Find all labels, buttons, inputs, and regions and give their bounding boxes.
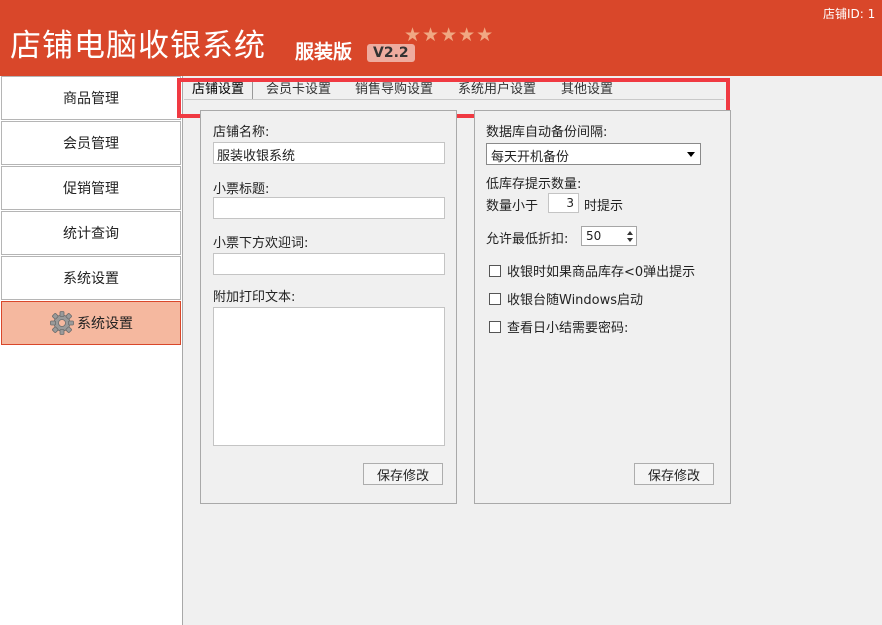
min-discount-stepper[interactable]: 50 bbox=[581, 226, 637, 246]
tab-member-card-settings[interactable]: 会员卡设置 bbox=[266, 80, 331, 100]
autostart-checkbox[interactable]: 收银台随Windows启动 bbox=[489, 289, 643, 308]
low-stock-label: 低库存提示数量: bbox=[486, 177, 582, 192]
chevron-down-icon bbox=[687, 152, 695, 157]
low-stock-quantity-input[interactable]: 3 bbox=[548, 193, 579, 213]
checkbox-label: 查看日小结需要密码: bbox=[507, 321, 629, 336]
quantity-suffix-label: 时提示 bbox=[584, 199, 624, 214]
settings-tabbar: 店铺设置 会员卡设置 销售导购设置 系统用户设置 其他设置 bbox=[184, 78, 724, 100]
min-discount-label: 允许最低折扣: bbox=[486, 232, 569, 247]
sidebar-item-settings[interactable]: 系统设置 bbox=[1, 256, 181, 300]
save-system-options-button[interactable]: 保存修改 bbox=[634, 463, 714, 485]
receipt-title-input[interactable] bbox=[213, 197, 445, 219]
checkbox-box[interactable] bbox=[489, 264, 501, 277]
sidebar-item-statistics[interactable]: 统计查询 bbox=[1, 211, 181, 255]
welcome-text-label: 小票下方欢迎词: bbox=[213, 236, 309, 251]
sidebar-item-label: 商品管理 bbox=[63, 91, 119, 107]
sidebar-item-label: 系统设置 bbox=[63, 271, 119, 287]
stepper-down-icon[interactable] bbox=[627, 238, 633, 242]
tab-other-settings[interactable]: 其他设置 bbox=[561, 80, 613, 100]
checkbox-label: 收银时如果商品库存<0弹出提示 bbox=[507, 265, 696, 280]
stepper-up-icon[interactable] bbox=[627, 231, 633, 235]
system-options-panel: 数据库自动备份间隔: 每天开机备份 低库存提示数量: 数量小于 3 时提示 允许… bbox=[474, 110, 731, 504]
tab-sales-guide-settings[interactable]: 销售导购设置 bbox=[355, 80, 433, 100]
sidebar-item-products[interactable]: 商品管理 bbox=[1, 76, 181, 120]
store-settings-panel: 店铺名称: 服装收银系统 小票标题: 小票下方欢迎词: 附加打印文本: 保存修改 bbox=[200, 110, 457, 504]
sidebar-item-label: 统计查询 bbox=[63, 226, 119, 242]
rating-stars-icon: ★★★★★ bbox=[404, 24, 495, 46]
store-id-label: 店铺ID: 1 bbox=[823, 7, 876, 21]
checkbox-label: 收银台随Windows启动 bbox=[507, 293, 644, 308]
app-title: 店铺电脑收银系统 bbox=[10, 28, 266, 64]
edition-label: 服装版 bbox=[295, 41, 353, 63]
backup-interval-value: 每天开机备份 bbox=[491, 150, 570, 165]
backup-interval-label: 数据库自动备份间隔: bbox=[486, 125, 608, 140]
welcome-text-input[interactable] bbox=[213, 253, 445, 275]
backup-interval-select[interactable]: 每天开机备份 bbox=[486, 143, 701, 165]
app-header: 店铺电脑收银系统 服装版 V2.2 ★★★★★ 店铺ID: 1 bbox=[0, 0, 882, 76]
checkbox-box[interactable] bbox=[489, 292, 501, 305]
store-name-input[interactable]: 服装收银系统 bbox=[213, 142, 445, 164]
summary-password-checkbox[interactable]: 查看日小结需要密码: bbox=[489, 317, 628, 336]
sidebar-item-label: 系统设置 bbox=[77, 316, 133, 332]
min-discount-value: 50 bbox=[586, 229, 602, 243]
store-name-label: 店铺名称: bbox=[213, 125, 270, 140]
tab-system-user-settings[interactable]: 系统用户设置 bbox=[458, 80, 536, 100]
sidebar: 商品管理 会员管理 促销管理 统计查询 系统设置 系统设置 bbox=[0, 76, 183, 625]
extra-text-textarea[interactable] bbox=[213, 307, 445, 446]
tab-divider bbox=[184, 99, 724, 100]
version-badge: V2.2 bbox=[367, 44, 415, 62]
sidebar-item-label: 会员管理 bbox=[63, 136, 119, 152]
save-store-settings-button[interactable]: 保存修改 bbox=[363, 463, 443, 485]
quantity-less-label: 数量小于 bbox=[486, 199, 539, 214]
receipt-title-label: 小票标题: bbox=[213, 182, 270, 197]
sidebar-item-settings-active[interactable]: 系统设置 bbox=[1, 301, 181, 345]
sidebar-item-promotions[interactable]: 促销管理 bbox=[1, 166, 181, 210]
negative-stock-checkbox[interactable]: 收银时如果商品库存<0弹出提示 bbox=[489, 261, 695, 280]
checkbox-box[interactable] bbox=[489, 320, 501, 333]
gear-icon bbox=[49, 310, 75, 336]
extra-text-label: 附加打印文本: bbox=[213, 290, 296, 305]
sidebar-item-label: 促销管理 bbox=[63, 181, 119, 197]
sidebar-item-members[interactable]: 会员管理 bbox=[1, 121, 181, 165]
tab-store-settings[interactable]: 店铺设置 bbox=[192, 80, 254, 100]
